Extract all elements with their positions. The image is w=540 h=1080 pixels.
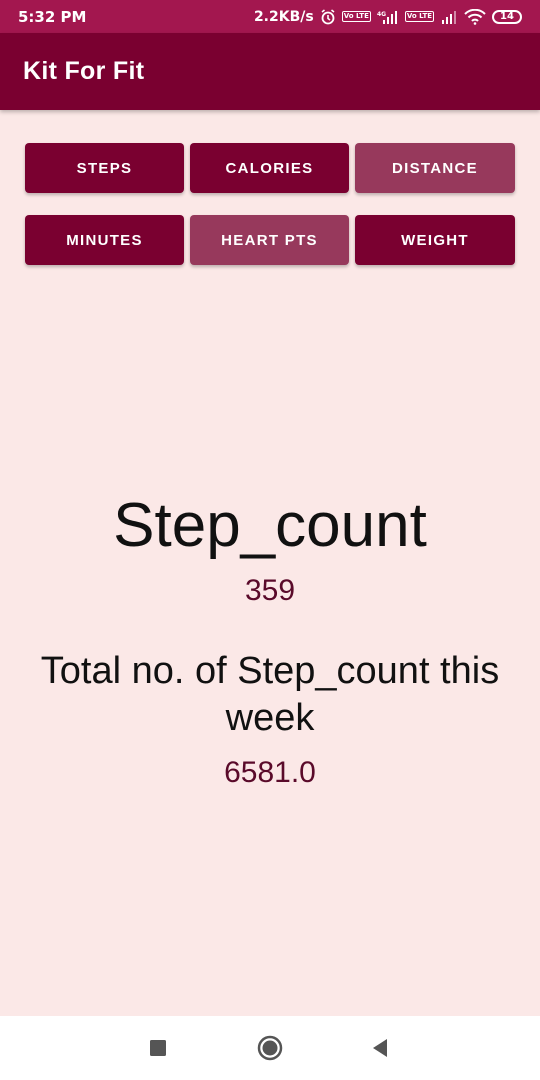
status-time: 5:32 PM (18, 7, 87, 26)
recents-icon[interactable] (138, 1028, 178, 1068)
system-nav-bar (0, 1016, 540, 1080)
home-icon[interactable] (250, 1028, 290, 1068)
metric-tabs: STEPS CALORIES DISTANCE MINUTES HEART PT… (25, 143, 515, 265)
back-icon[interactable] (360, 1028, 400, 1068)
status-indicators: 2.2KB/s Vo LTE 4G Vo LTE 14 (253, 8, 522, 25)
alarm-icon (320, 8, 336, 25)
app-bar: Kit For Fit (0, 33, 540, 110)
minutes-button[interactable]: MINUTES (25, 215, 184, 265)
weekly-total-label: Total no. of Step_count this week (40, 650, 500, 739)
status-bar: 5:32 PM 2.2KB/s Vo LTE 4G Vo LTE 14 (0, 0, 540, 33)
calories-button[interactable]: CALORIES (190, 143, 349, 193)
volte-icon: Vo LTE (341, 11, 371, 22)
net-speed: 2.2KB/s (253, 8, 314, 25)
metric-value: 359 (244, 574, 296, 607)
wifi-icon (464, 8, 486, 25)
metric-title: Step_count (113, 491, 427, 560)
volte-icon-sim2: Vo LTE (404, 11, 434, 22)
weight-button[interactable]: WEIGHT (355, 215, 515, 265)
signal-icon-sim1: 4G (377, 10, 399, 24)
svg-text:4G: 4G (377, 11, 386, 18)
battery-icon: 14 (492, 9, 522, 24)
weekly-total-value: 6581.0 (224, 756, 316, 789)
heart-pts-button[interactable]: HEART PTS (190, 215, 349, 265)
app-title: Kit For Fit (23, 57, 145, 85)
distance-button[interactable]: DISTANCE (355, 143, 515, 193)
steps-button[interactable]: STEPS (25, 143, 184, 193)
signal-icon-sim2 (440, 10, 458, 24)
